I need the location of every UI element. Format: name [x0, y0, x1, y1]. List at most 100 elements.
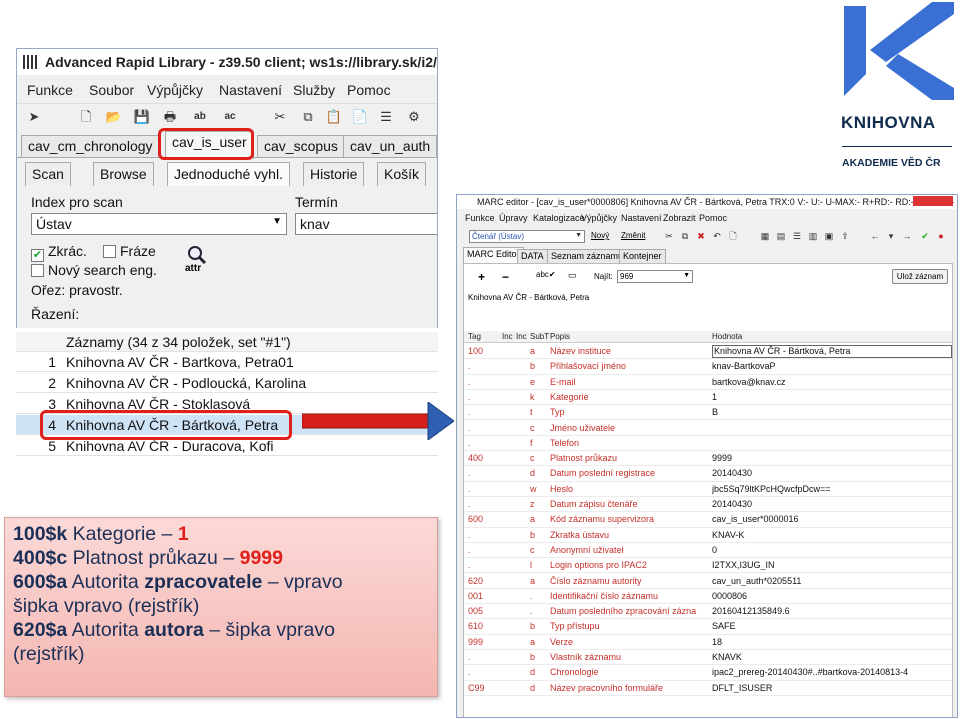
tab-data[interactable]: DATA: [517, 249, 548, 263]
menu-funkce[interactable]: Funkce: [465, 213, 495, 223]
field-value[interactable]: DFLT_ISUSER: [712, 683, 952, 693]
remove-field-icon[interactable]: −: [502, 270, 509, 284]
marc-field-row[interactable]: . d Datum poslední registrace 20140430: [464, 466, 952, 482]
add-field-icon[interactable]: +: [478, 270, 485, 284]
delete-icon[interactable]: ✖: [695, 230, 707, 242]
paste-icon[interactable]: 📋: [325, 108, 343, 126]
copy-icon[interactable]: ⧉: [299, 108, 317, 126]
marc-field-row[interactable]: . l Login options pro IPAC2 I2TXX,I3UG_IN: [464, 558, 952, 574]
menu-soubor[interactable]: Soubor: [89, 82, 134, 98]
marc-field-row[interactable]: . b Vlastník záznamu KNAVK: [464, 650, 952, 666]
replace-text-icon[interactable]: ac: [221, 108, 239, 126]
tool-icon[interactable]: ⚙: [405, 108, 423, 126]
table-icon[interactable]: ▤: [775, 230, 787, 242]
field-value[interactable]: Knihovna AV ČR - Bártková, Petra: [712, 345, 952, 358]
field-value[interactable]: ipac2_prereg-20140430#..#bartkova-201408…: [712, 667, 952, 677]
open-folder-icon[interactable]: 📂: [105, 108, 123, 126]
forward-arrow-icon[interactable]: →: [901, 230, 913, 242]
menu-katalogizace[interactable]: Katalogizace: [533, 213, 585, 223]
view-icon[interactable]: ▣: [823, 230, 835, 242]
marc-field-row[interactable]: 620 a Číslo záznamu autority cav_un_auth*02…: [464, 574, 952, 589]
tab-kontejner[interactable]: Kontejner: [619, 249, 666, 263]
field-value[interactable]: KNAV-K: [712, 530, 952, 540]
document-icon[interactable]: 🗋: [727, 230, 739, 242]
menu-pomoc[interactable]: Pomoc: [347, 82, 391, 98]
cut-icon[interactable]: ✂: [663, 230, 675, 242]
menu-zobrazit[interactable]: Zobrazit: [663, 213, 696, 223]
tab-browse[interactable]: Browse: [93, 162, 154, 186]
list-icon[interactable]: ☰: [377, 108, 395, 126]
list-icon[interactable]: ☰: [791, 230, 803, 242]
fraze-checkbox[interactable]: Fráze: [103, 243, 156, 259]
dropdown-icon[interactable]: ▾: [885, 230, 897, 242]
field-value[interactable]: bartkova@knav.cz: [712, 377, 952, 387]
field-value[interactable]: 20160412135849.6: [712, 606, 952, 616]
marc-field-row[interactable]: . k Kategorie 1: [464, 390, 952, 406]
tab-scan[interactable]: Scan: [25, 162, 71, 186]
marc-field-row[interactable]: . c Jméno uživatele: [464, 421, 952, 436]
back-arrow-icon[interactable]: ←: [869, 230, 881, 242]
marc-field-row[interactable]: 999 a Verze 18: [464, 635, 952, 650]
marc-field-row[interactable]: . b Přihlašovací jméno knav-BartkovaP: [464, 359, 952, 375]
new-document-icon[interactable]: 🗋: [77, 108, 95, 126]
field-value[interactable]: B: [712, 407, 952, 417]
pointer-icon[interactable]: ➤: [25, 108, 43, 126]
cut-icon[interactable]: ✂: [271, 108, 289, 126]
marc-field-row[interactable]: . t Typ B: [464, 405, 952, 421]
menu-nastaveni[interactable]: Nastavení: [219, 82, 282, 98]
menu-upravy[interactable]: Úpravy: [499, 213, 528, 223]
tab-seznam-zaznamu[interactable]: Seznam záznamů: [547, 249, 628, 263]
tab-jednoduche-vyhl[interactable]: Jednoduché vyhl.: [167, 162, 290, 186]
field-value[interactable]: 0: [712, 545, 952, 555]
grid-icon[interactable]: ▦: [759, 230, 771, 242]
menu-vypujcky[interactable]: Výpůjčky: [581, 213, 617, 223]
find-select[interactable]: 969 ▼: [617, 270, 693, 283]
stop-icon[interactable]: ●: [935, 230, 947, 242]
menu-pomoc[interactable]: Pomoc: [699, 213, 727, 223]
zkrac-checkbox[interactable]: ✔ Zkrác.: [31, 243, 87, 262]
field-value[interactable]: 9999: [712, 453, 952, 463]
menu-sluzby[interactable]: Služby: [293, 82, 335, 98]
change-button[interactable]: Změnit: [621, 231, 645, 240]
field-value[interactable]: knav-BartkovaP: [712, 361, 952, 371]
field-value[interactable]: cav_un_auth*0205511: [712, 576, 952, 586]
export-icon[interactable]: ⇪: [839, 230, 851, 242]
ok-icon[interactable]: ✔: [919, 230, 931, 242]
field-value[interactable]: cav_is_user*0000016: [712, 514, 952, 524]
field-value[interactable]: 20140430: [712, 499, 952, 509]
field-value[interactable]: 18: [712, 637, 952, 647]
marc-field-row[interactable]: . d Chronologie ipac2_prereg-20140430#..#ba…: [464, 665, 952, 681]
window-close-icon[interactable]: [913, 196, 953, 206]
spellcheck-icon[interactable]: abc✔: [536, 270, 556, 279]
new-button[interactable]: Nový: [591, 231, 609, 240]
marc-field-row[interactable]: 610 b Typ přístupu SAFE: [464, 619, 952, 635]
tab-cav-un-auth[interactable]: cav_un_auth: [343, 135, 437, 157]
field-value[interactable]: 20140430: [712, 468, 952, 478]
field-value[interactable]: 0000806: [712, 591, 952, 601]
new-search-checkbox[interactable]: Nový search eng.: [31, 262, 157, 278]
tab-marc-editor[interactable]: MARC Editor: [463, 247, 524, 263]
tab-cav-cm-chronology[interactable]: cav_cm_chronology: [21, 135, 160, 157]
menu-vypujcky[interactable]: Výpůjčky: [147, 82, 203, 98]
copy-icon[interactable]: ⧉: [679, 230, 691, 242]
format-icon[interactable]: ▭: [568, 270, 577, 281]
marc-field-row[interactable]: 100 a Název instituce Knihovna AV ČR - Bárt…: [464, 344, 952, 360]
marc-field-row[interactable]: 005. Datum posledního zpracování zázna 201…: [464, 604, 952, 620]
marc-field-row[interactable]: . b Zkratka ústavu KNAV-K: [464, 528, 952, 543]
marc-field-row[interactable]: . w Heslo jbc5Sq79ltKPcHQwcfpDcw==: [464, 482, 952, 497]
tab-historie[interactable]: Historie: [303, 162, 365, 186]
marc-field-row[interactable]: 600 a Kód záznamu supervizora cav_is_user*0…: [464, 512, 952, 528]
field-value[interactable]: I2TXX,I3UG_IN: [712, 560, 952, 570]
tab-kosik[interactable]: Košík: [377, 162, 427, 186]
menu-funkce[interactable]: Funkce: [27, 82, 73, 98]
field-value[interactable]: 1: [712, 392, 952, 402]
tab-cav-scopus[interactable]: cav_scopus: [257, 135, 345, 157]
reader-type-select[interactable]: Čtenář (Ústav) ▼: [469, 230, 585, 243]
marc-field-row[interactable]: . f Telefon: [464, 436, 952, 452]
field-value[interactable]: jbc5Sq79ltKPcHQwcfpDcw==: [712, 484, 952, 494]
clipboard-icon[interactable]: 📄: [351, 108, 369, 126]
marc-field-row[interactable]: C99 d Název pracovního formuláře DFLT_ISUSE…: [464, 681, 952, 696]
form-icon[interactable]: ▥: [807, 230, 819, 242]
print-icon[interactable]: 🖶: [161, 108, 179, 126]
term-input[interactable]: knav: [295, 213, 437, 235]
